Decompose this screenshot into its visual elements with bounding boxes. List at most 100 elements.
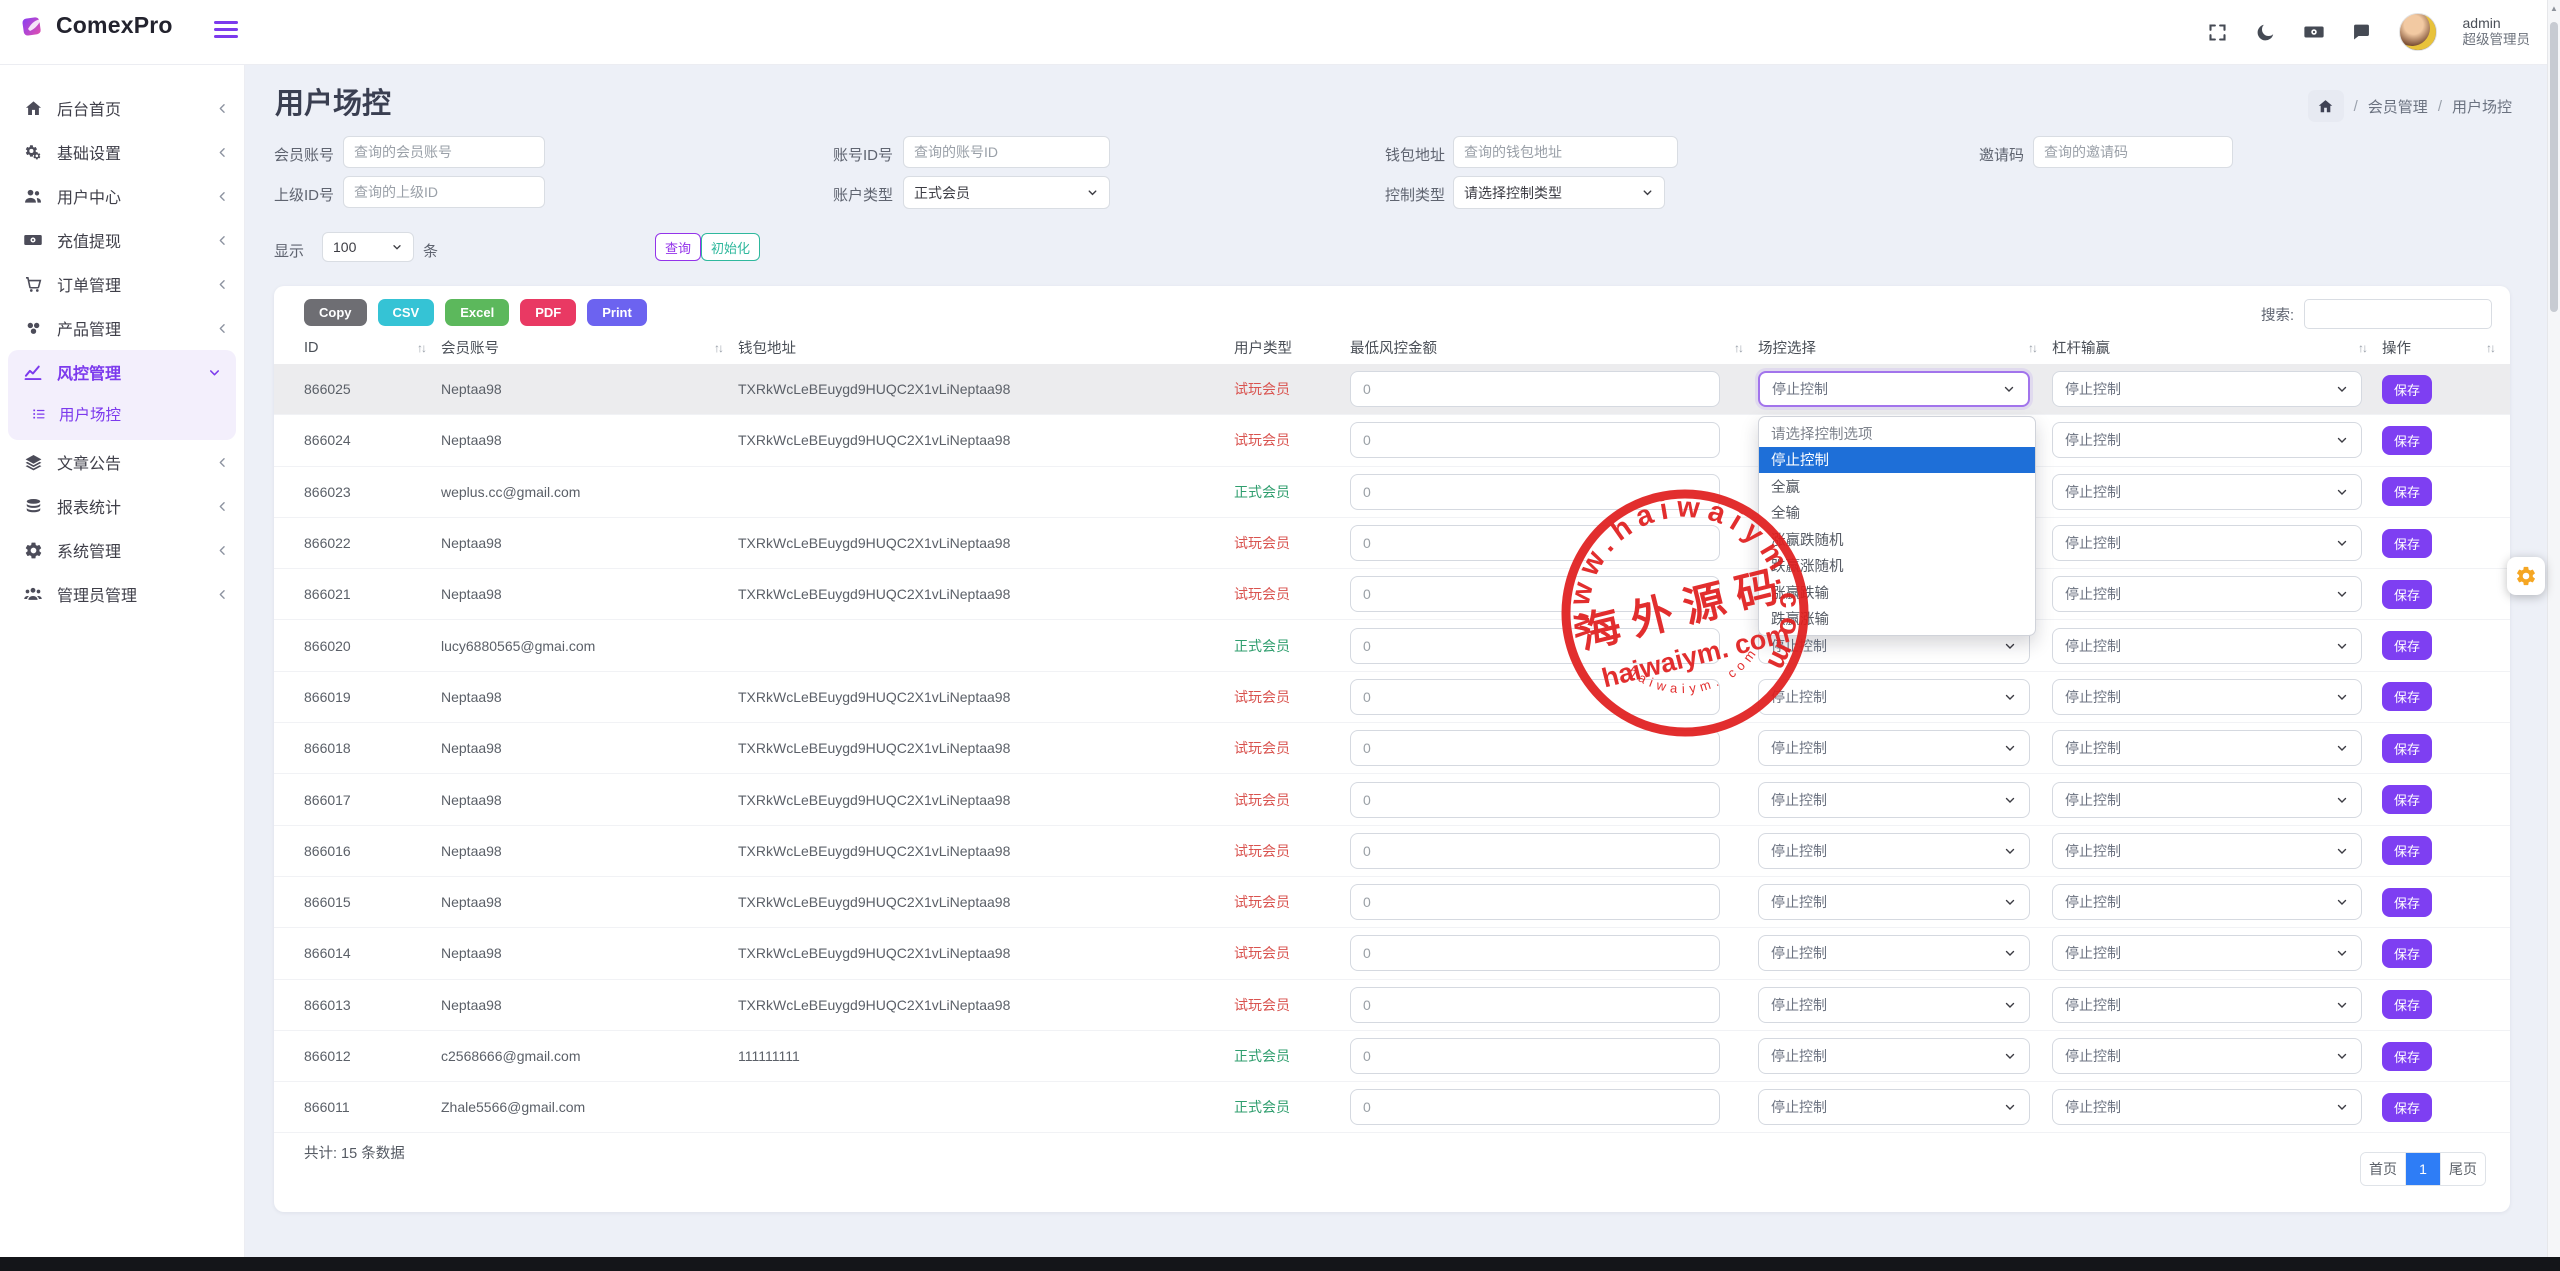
save-button[interactable]: 保存 (2382, 580, 2432, 609)
leverage-control-select[interactable]: 停止控制 (2052, 935, 2362, 971)
menu-toggle-icon[interactable] (214, 21, 238, 41)
reset-button[interactable]: 初始化 (701, 233, 760, 261)
risk-amount-input[interactable] (1350, 1089, 1720, 1125)
settings-fab[interactable] (2507, 557, 2545, 595)
sort-icon[interactable]: ↑↓ (2028, 341, 2036, 355)
field-control-select[interactable]: 停止控制 (1758, 679, 2030, 715)
column-header[interactable]: 场控选择↑↓ (1758, 331, 2052, 364)
risk-amount-input[interactable] (1350, 987, 1720, 1023)
column-header[interactable]: 最低风控金额↑↓ (1350, 331, 1758, 364)
leverage-control-select[interactable]: 停止控制 (2052, 730, 2362, 766)
dropdown-option[interactable]: 全输 (1759, 500, 2035, 527)
leverage-control-select[interactable]: 停止控制 (2052, 679, 2362, 715)
field-control-select[interactable]: 停止控制 (1758, 1038, 2030, 1074)
dropdown-option[interactable]: 涨赢跌随机 (1759, 526, 2035, 553)
sidebar-subitem[interactable]: 用户场控 (8, 394, 236, 440)
save-button[interactable]: 保存 (2382, 785, 2432, 814)
sidebar-item[interactable]: 产品管理 (0, 306, 244, 350)
leverage-control-select[interactable]: 停止控制 (2052, 833, 2362, 869)
risk-amount-input[interactable] (1350, 474, 1720, 510)
control-type-select[interactable]: 请选择控制类型 (1453, 176, 1665, 209)
dark-mode-icon[interactable] (2255, 21, 2277, 43)
dropdown-option[interactable]: 跌赢涨输 (1759, 606, 2035, 633)
save-button[interactable]: 保存 (2382, 375, 2432, 404)
member-account-input[interactable] (343, 136, 545, 168)
save-button[interactable]: 保存 (2382, 529, 2432, 558)
save-button[interactable]: 保存 (2382, 888, 2432, 917)
sidebar-item[interactable]: 基础设置 (0, 130, 244, 174)
dropdown-option[interactable]: 跌赢涨随机 (1759, 553, 2035, 580)
field-control-select[interactable]: 停止控制 (1758, 833, 2030, 869)
breadcrumb-user-control[interactable]: 用户场控 (2452, 96, 2512, 117)
save-button[interactable]: 保存 (2382, 939, 2432, 968)
risk-amount-input[interactable] (1350, 371, 1720, 407)
leverage-control-select[interactable]: 停止控制 (2052, 525, 2362, 561)
risk-amount-input[interactable] (1350, 679, 1720, 715)
export-pdf-button[interactable]: PDF (520, 299, 576, 326)
risk-amount-input[interactable] (1350, 525, 1720, 561)
risk-amount-input[interactable] (1350, 628, 1720, 664)
save-button[interactable]: 保存 (2382, 477, 2432, 506)
risk-amount-input[interactable] (1350, 935, 1720, 971)
field-control-select[interactable]: 停止控制 (1758, 730, 2030, 766)
sort-icon[interactable]: ↑↓ (2486, 341, 2494, 355)
leverage-control-select[interactable]: 停止控制 (2052, 884, 2362, 920)
fullscreen-icon[interactable] (2207, 21, 2229, 43)
risk-amount-input[interactable] (1350, 833, 1720, 869)
scrollbar-thumb[interactable] (2550, 22, 2558, 312)
save-button[interactable]: 保存 (2382, 836, 2432, 865)
account-type-select[interactable]: 正式会员 (903, 176, 1110, 209)
column-header[interactable]: 操作↑↓ (2382, 331, 2510, 364)
risk-amount-input[interactable] (1350, 730, 1720, 766)
risk-amount-input[interactable] (1350, 1038, 1720, 1074)
sidebar-item[interactable]: 订单管理 (0, 262, 244, 306)
invite-code-input[interactable] (2033, 136, 2233, 168)
export-print-button[interactable]: Print (587, 299, 647, 326)
export-copy-button[interactable]: Copy (304, 299, 367, 326)
sidebar-item[interactable]: 后台首页 (0, 86, 244, 130)
sidebar-item[interactable]: 充值提现 (0, 218, 244, 262)
column-header[interactable]: 会员账号↑↓ (441, 331, 738, 364)
field-control-select[interactable]: 停止控制 (1758, 371, 2030, 407)
risk-amount-input[interactable] (1350, 576, 1720, 612)
export-csv-button[interactable]: CSV (378, 299, 435, 326)
admin-meta[interactable]: admin 超级管理员 (2463, 15, 2531, 49)
sort-icon[interactable]: ↑↓ (1734, 341, 1742, 355)
save-button[interactable]: 保存 (2382, 1093, 2432, 1122)
sidebar-item[interactable]: 用户中心 (0, 174, 244, 218)
dropdown-option[interactable]: 全赢 (1759, 473, 2035, 500)
sidebar-item[interactable]: 风控管理 (8, 350, 236, 394)
leverage-control-select[interactable]: 停止控制 (2052, 628, 2362, 664)
sidebar-item[interactable]: 报表统计 (0, 484, 244, 528)
field-control-select[interactable]: 停止控制 (1758, 1089, 2030, 1125)
save-button[interactable]: 保存 (2382, 734, 2432, 763)
sort-icon[interactable]: ↑↓ (714, 341, 722, 355)
risk-amount-input[interactable] (1350, 884, 1720, 920)
avatar[interactable] (2399, 13, 2437, 51)
leverage-control-select[interactable]: 停止控制 (2052, 422, 2362, 458)
pagination-last[interactable]: 尾页 (2441, 1153, 2485, 1185)
wallet-input[interactable] (1453, 136, 1678, 168)
sort-icon[interactable]: ↑↓ (417, 341, 425, 355)
field-control-select[interactable]: 停止控制 (1758, 884, 2030, 920)
page-size-select[interactable]: 100 (322, 232, 414, 262)
account-id-input[interactable] (903, 136, 1110, 168)
save-button[interactable]: 保存 (2382, 426, 2432, 455)
breadcrumb-member-mgmt[interactable]: 会员管理 (2368, 96, 2428, 117)
leverage-control-select[interactable]: 停止控制 (2052, 782, 2362, 818)
field-control-select[interactable]: 停止控制 (1758, 935, 2030, 971)
pagination-current[interactable]: 1 (2406, 1153, 2441, 1185)
cash-icon[interactable] (2303, 21, 2325, 43)
pagination-first[interactable]: 首页 (2361, 1153, 2406, 1185)
risk-amount-input[interactable] (1350, 422, 1720, 458)
dropdown-option[interactable]: 停止控制 (1759, 447, 2035, 474)
column-header[interactable]: ID↑↓ (304, 331, 441, 364)
export-excel-button[interactable]: Excel (445, 299, 509, 326)
leverage-control-select[interactable]: 停止控制 (2052, 474, 2362, 510)
home-icon[interactable] (2308, 90, 2344, 122)
dropdown-option[interactable]: 请选择控制选项 (1759, 420, 2035, 447)
field-control-select[interactable]: 停止控制 (1758, 782, 2030, 818)
column-header[interactable]: 杠杆输赢↑↓ (2052, 331, 2382, 364)
save-button[interactable]: 保存 (2382, 990, 2432, 1019)
dropdown-option[interactable]: 涨赢跌输 (1759, 579, 2035, 606)
